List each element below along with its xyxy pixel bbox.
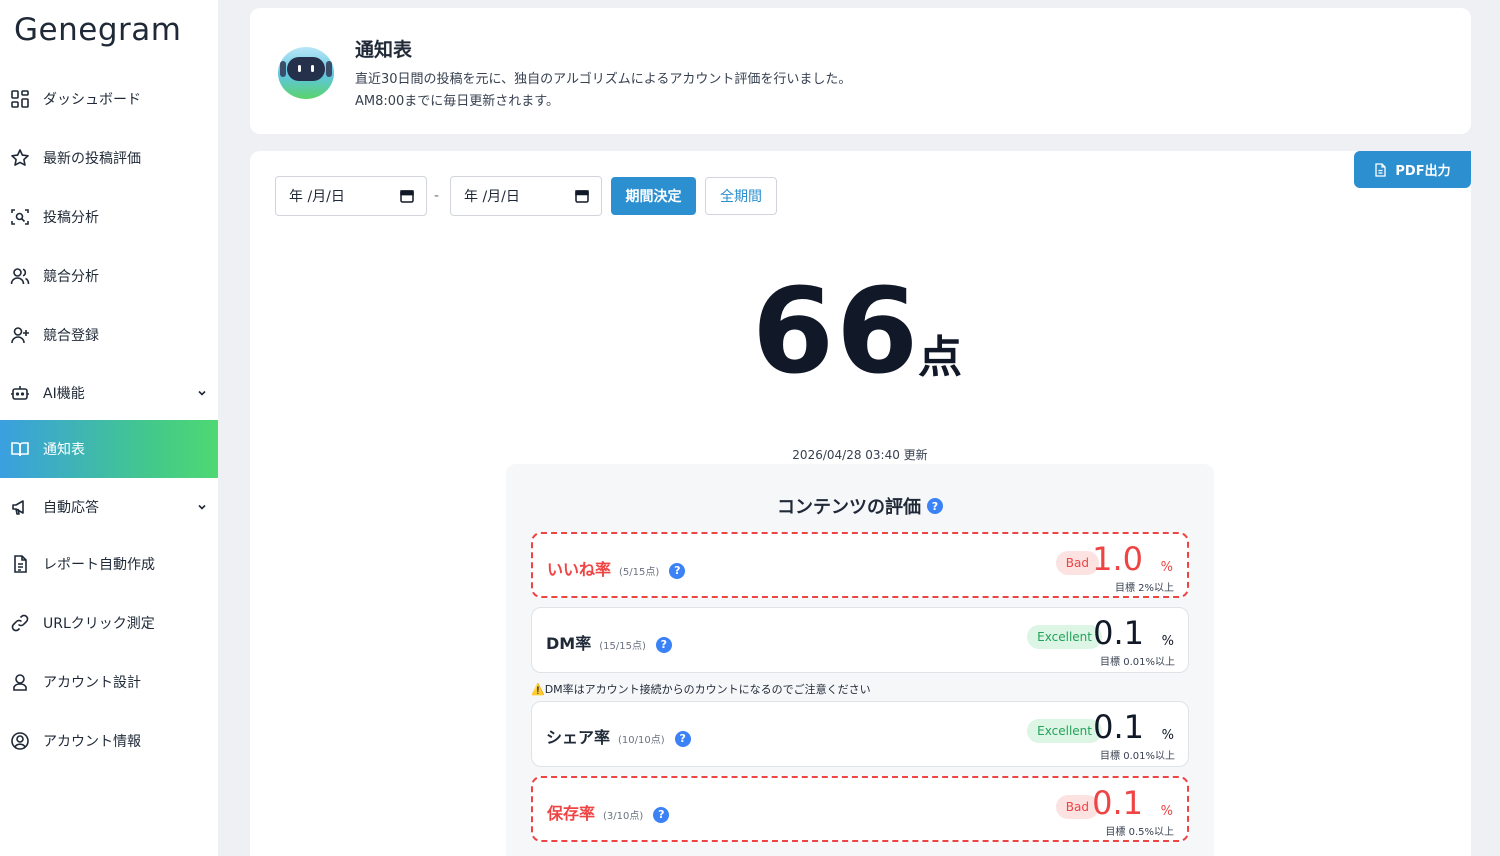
metric-unit: % [1161,728,1174,743]
page-description: 直近30日間の投稿を元に、独自のアルゴリズムによるアカウント評価を行いました。 [355,72,852,87]
scan-icon [10,207,30,227]
sidebar-item-competitor-registration[interactable]: 競合登録 [0,306,218,364]
link-icon [10,613,30,633]
sidebar-item-account-info[interactable]: アカウント情報 [0,712,218,770]
app-logo[interactable]: Genegram [14,12,181,48]
page-title: 通知表 [355,39,413,61]
sidebar-item-label: レポート自動作成 [43,557,155,573]
pdf-export-button[interactable]: PDF出力 [1354,151,1471,188]
date-range-separator: - [434,188,440,204]
book-icon [10,439,30,459]
all-period-button[interactable]: 全期間 [705,177,777,215]
metric-name: いいね率 [547,560,612,579]
sidebar-item-label: 最新の投稿評価 [43,151,141,167]
updated-timestamp: 2026/04/28 03:40 更新 [792,448,928,462]
dm-rate-warning: ⚠️DM率はアカウント接続からのカウントになるのでご注意ください [531,683,871,696]
sidebar-item-report-card[interactable]: 通知表 [0,420,218,478]
calendar-icon[interactable] [575,189,589,203]
metric-points: (3/10点) [603,811,644,822]
metric-points: (5/15点) [619,567,660,578]
status-badge: Excellent [1027,625,1102,649]
calendar-icon[interactable] [400,189,414,203]
sidebar-item-label: 投稿分析 [43,210,99,226]
sidebar-item-latest-post-evaluation[interactable]: 最新の投稿評価 [0,129,218,187]
user-plus-icon [10,325,30,345]
date-from-input[interactable]: 年 /月/日 [275,176,427,216]
score-value: 66 [752,262,921,400]
sidebar-item-label: 競合登録 [43,328,99,344]
date-from-placeholder: 年 /月/日 [289,189,345,205]
users-icon [10,266,30,286]
apply-period-button[interactable]: 期間決定 [611,177,696,215]
metric-name-row: 保存率 (3/10点)? [547,800,670,824]
sidebar-item-label: 通知表 [43,442,85,458]
metric-name-row: いいね率 (5/15点)? [547,556,686,580]
sidebar-item-competitor-analysis[interactable]: 競合分析 [0,247,218,305]
pdf-export-label: PDF出力 [1395,164,1451,179]
metric-card-save-rate: 保存率 (3/10点)? Bad 0.1 % 目標 0.5%以上 [531,776,1189,842]
bot-icon [10,383,30,403]
metric-points: (10/10点) [618,735,665,746]
help-icon[interactable]: ? [669,562,686,579]
grid-icon [10,89,30,109]
metric-name: シェア率 [546,728,611,747]
sidebar-item-account-design[interactable]: アカウント設計 [0,653,218,711]
date-to-placeholder: 年 /月/日 [464,189,520,205]
chevron-down-icon[interactable] [196,387,208,399]
sidebar-item-post-analysis[interactable]: 投稿分析 [0,188,218,246]
help-icon[interactable]: ? [653,806,670,823]
sidebar-item-dashboard[interactable]: ダッシュボード [0,70,218,128]
metric-card-dm-rate: DM率 (15/15点)? Excellent 0.1 % 目標 0.01%以上 [531,607,1189,673]
sidebar-item-label: AI機能 [43,386,85,402]
metric-name: 保存率 [547,804,596,823]
help-icon[interactable]: ? [674,730,691,747]
metric-unit: % [1160,560,1173,575]
megaphone-icon [10,497,30,517]
sidebar-item-label: ダッシュボード [43,92,141,108]
help-icon[interactable]: ? [655,636,672,653]
user-pin-icon [10,672,30,692]
metric-unit: % [1160,804,1173,819]
metric-value: 0.1 [1093,614,1144,652]
sidebar-item-label: URLクリック測定 [43,616,155,632]
help-icon[interactable]: ? [927,498,943,514]
star-icon [10,148,30,168]
sidebar-item-label: アカウント設計 [43,675,141,691]
metric-points: (15/15点) [599,641,646,652]
sidebar-item-label: アカウント情報 [43,734,141,750]
chevron-down-icon[interactable] [196,501,208,513]
metric-target: 目標 0.01%以上 [1100,657,1175,668]
metric-target: 目標 0.01%以上 [1100,751,1175,762]
sidebar-item-label: 自動応答 [43,500,99,516]
sidebar-item-label: 競合分析 [43,269,99,285]
sidebar-item-auto-response[interactable]: 自動応答 [0,478,218,536]
file-icon [1375,162,1387,177]
metric-target: 目標 0.5%以上 [1105,827,1174,838]
user-circle-icon [10,731,30,751]
metric-value: 0.1 [1093,708,1144,746]
metric-target: 目標 2%以上 [1114,583,1174,594]
metric-name: DM率 [546,634,592,653]
score-unit: 点 [918,332,962,383]
evaluation-title: コンテンツの評価? [506,493,1214,519]
evaluation-title-text: コンテンツの評価 [777,497,921,518]
metric-value: 1.0 [1092,540,1143,578]
metric-unit: % [1161,634,1174,649]
metric-card-like-rate: いいね率 (5/15点)? Bad 1.0 % 目標 2%以上 [531,532,1189,598]
document-icon [10,554,30,574]
sidebar-item-auto-report[interactable]: レポート自動作成 [0,535,218,593]
page-update-note: AM8:00までに毎日更新されます。 [355,94,560,109]
metric-card-share-rate: シェア率 (10/10点)? Excellent 0.1 % 目標 0.01%以上 [531,701,1189,767]
robot-avatar-icon [278,47,334,99]
metric-value: 0.1 [1092,784,1143,822]
metric-name-row: シェア率 (10/10点)? [546,724,691,748]
sidebar: Genegram ダッシュボード 最新の投稿評価 投稿分析 競合分析 競合登録 … [0,0,218,856]
metric-name-row: DM率 (15/15点)? [546,630,672,654]
sidebar-item-ai-features[interactable]: AI機能 [0,364,218,422]
status-badge: Excellent [1027,719,1102,743]
sidebar-item-url-click[interactable]: URLクリック測定 [0,594,218,652]
date-to-input[interactable]: 年 /月/日 [450,176,602,216]
